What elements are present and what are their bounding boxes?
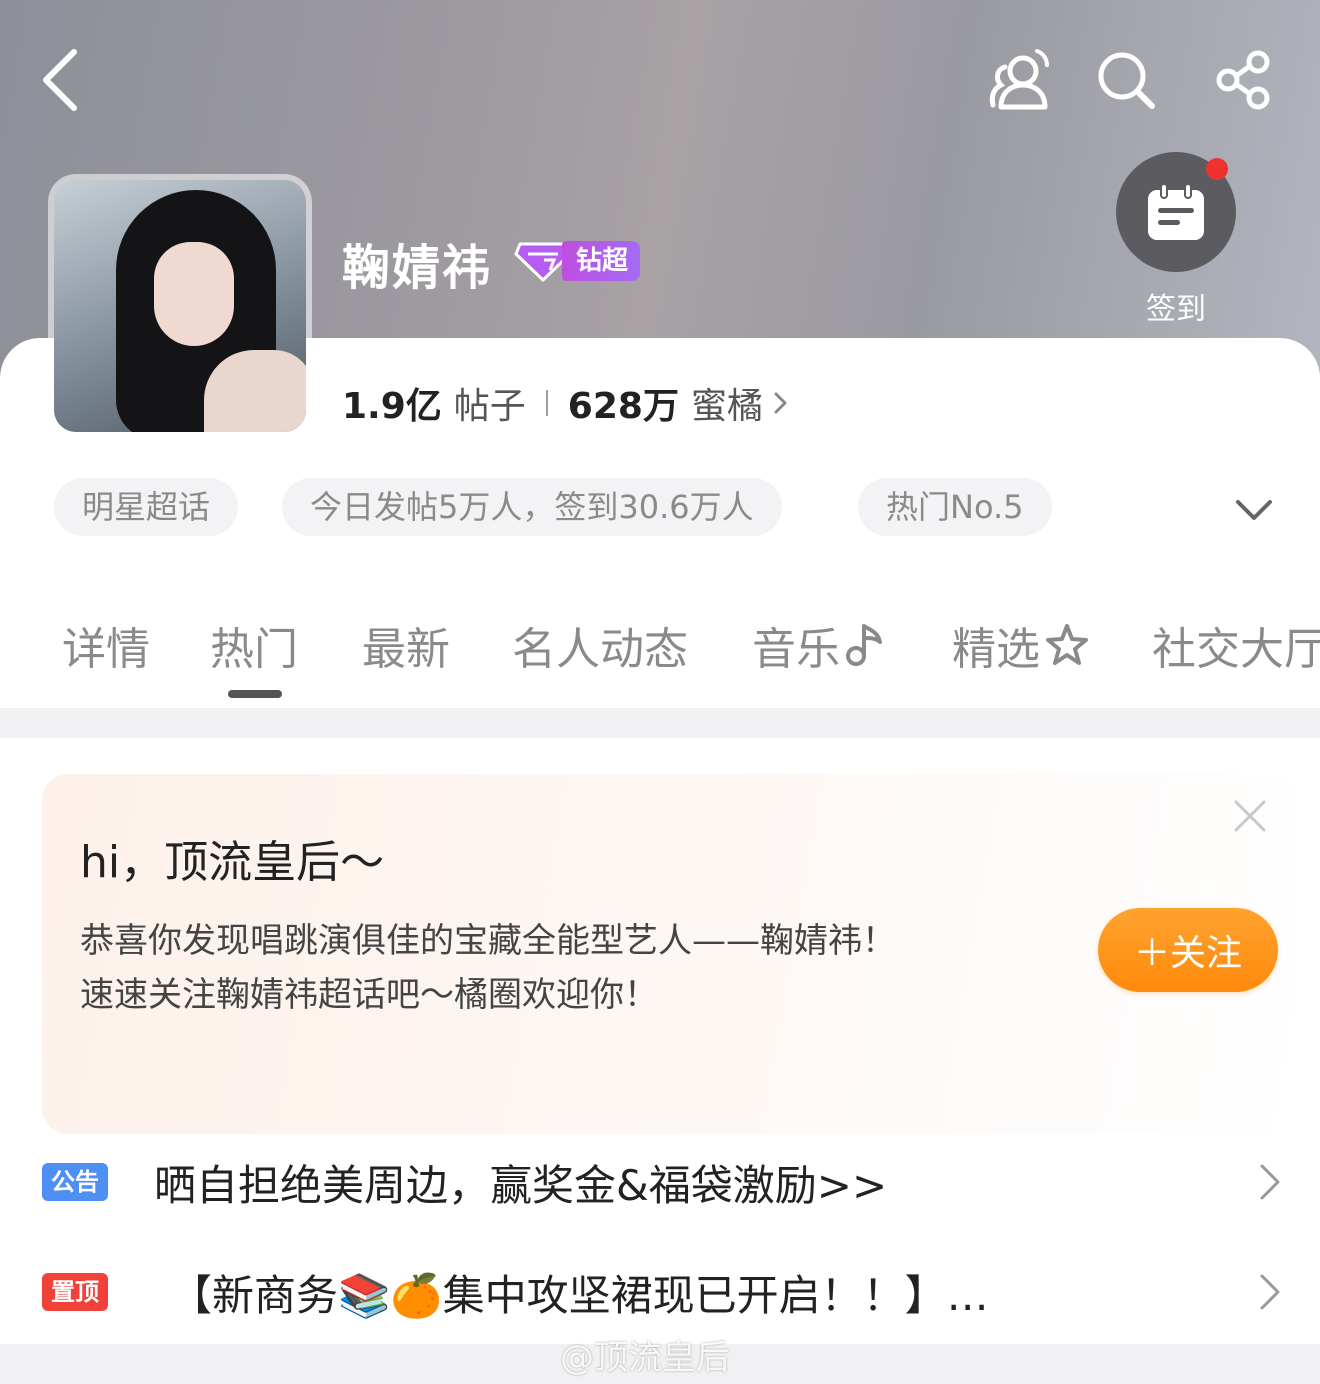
welcome-line-2: 速速关注鞠婧祎超话吧～橘圈欢迎你！ [80, 975, 658, 1015]
tab-label: 热门 [210, 624, 298, 675]
music-note-icon [846, 624, 882, 666]
tab-label: 详情 [62, 624, 150, 675]
welcome-card: hi，顶流皇后～ 恭喜你发现唱跳演俱佳的宝藏全能型艺人——鞠婧祎！ 速速关注鞠婧… [42, 774, 1298, 1134]
tab-latest[interactable]: 最新 [362, 610, 450, 680]
tag-hot-rank[interactable]: 热门No.5 [858, 478, 1052, 536]
chevron-down-icon[interactable] [1232, 490, 1276, 530]
checkin-label: 签到 [1146, 292, 1206, 327]
fans-unit: 蜜橘 [690, 386, 763, 427]
announcement-row[interactable]: 公告 晒自担绝美周边，赢奖金&福袋激励>> [0, 1132, 1320, 1232]
watermark: @顶流皇后 [560, 1338, 730, 1378]
avatar-image [54, 180, 306, 432]
tag-star-topic[interactable]: 明星超话 [54, 478, 239, 536]
tab-featured[interactable]: 精选 [952, 610, 1090, 680]
tab-label: 精选 [952, 624, 1040, 675]
welcome-title: hi，顶流皇后～ [80, 837, 385, 888]
vip-badge: 钻超 [514, 240, 646, 282]
follow-button[interactable]: ＋关注 [1098, 908, 1278, 992]
stats-divider [545, 390, 548, 416]
fans-count: 628万 [567, 386, 679, 427]
announcement-badge: 公告 [42, 1163, 108, 1201]
posts-count: 1.9亿 [342, 386, 442, 427]
tab-label: 最新 [362, 624, 450, 675]
tab-music[interactable]: 音乐 [752, 610, 884, 680]
active-tab-indicator [228, 690, 282, 698]
share-icon[interactable] [1204, 40, 1284, 120]
posts-unit: 帖子 [453, 386, 526, 427]
avatar[interactable] [48, 174, 312, 438]
page-title: 鞠婧祎 [342, 240, 493, 296]
back-icon[interactable] [20, 40, 100, 120]
tab-hot[interactable]: 热门 [210, 610, 298, 680]
section-divider [0, 708, 1320, 738]
tab-label: 音乐 [752, 624, 840, 675]
group-icon[interactable] [978, 40, 1058, 120]
notification-dot [1206, 158, 1228, 180]
tag-daily-stats[interactable]: 今日发帖5万人，签到30.6万人 [282, 478, 782, 536]
top-nav-bar [0, 30, 1320, 130]
calendar-icon [1148, 183, 1204, 240]
chevron-right-icon [1260, 1274, 1280, 1310]
pinned-text: 【新商务📚🍊集中攻坚裙现已开启！！】… [170, 1270, 989, 1320]
tab-celebrity-news[interactable]: 名人动态 [512, 610, 688, 680]
star-icon [1046, 624, 1088, 665]
checkin-button[interactable] [1116, 152, 1236, 272]
welcome-line-1: 恭喜你发现唱跳演俱佳的宝藏全能型艺人——鞠婧祎！ [80, 921, 896, 961]
chevron-right-icon [1260, 1164, 1280, 1200]
tab-label: 社交大厅 [1152, 624, 1320, 675]
announcement-text: 晒自担绝美周边，赢奖金&福袋激励>> [154, 1160, 888, 1210]
search-icon[interactable] [1086, 40, 1166, 120]
pinned-badge: 置顶 [42, 1273, 108, 1311]
tab-bar: 详情 热门 最新 名人动态 音乐 精选 社交大厅 [0, 610, 1320, 700]
vip-label: 钻超 [562, 241, 641, 281]
pinned-row[interactable]: 置顶 【新商务📚🍊集中攻坚裙现已开启！！】… [0, 1242, 1320, 1342]
welcome-message: 恭喜你发现唱跳演俱佳的宝藏全能型艺人——鞠婧祎！ 速速关注鞠婧祎超话吧～橘圈欢迎… [80, 914, 940, 1022]
tab-social-hall[interactable]: 社交大厅 [1152, 610, 1320, 680]
stats-row[interactable]: 1.9亿 帖子 628万 蜜橘 [342, 378, 789, 428]
content-area: hi，顶流皇后～ 恭喜你发现唱跳演俱佳的宝藏全能型艺人——鞠婧祎！ 速速关注鞠婧… [0, 738, 1320, 1344]
tab-details[interactable]: 详情 [62, 610, 150, 680]
chevron-right-icon [774, 392, 787, 414]
tab-label: 名人动态 [512, 624, 688, 675]
close-icon[interactable] [1228, 794, 1272, 838]
